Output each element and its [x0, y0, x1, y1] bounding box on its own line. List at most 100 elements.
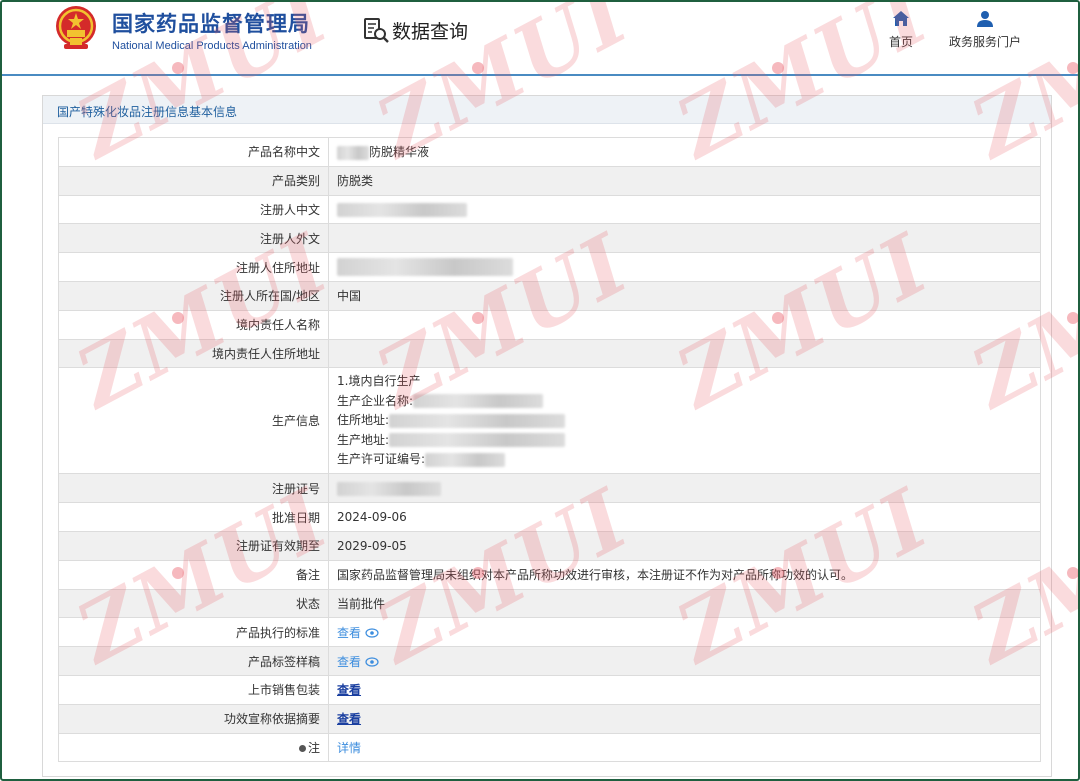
- nav-home[interactable]: 首页: [886, 10, 916, 50]
- nav-service-portal[interactable]: 政务服务门户: [946, 10, 1024, 50]
- field-label: 产品名称中文: [58, 137, 329, 167]
- product-category-value: 防脱类: [328, 165, 1041, 196]
- field-label: 注册人外文: [58, 223, 329, 254]
- table-row: 注册证号: [58, 473, 1041, 504]
- license-number-line: 生产许可证编号:: [337, 450, 1040, 470]
- field-label: 注册人住所地址: [58, 252, 329, 282]
- field-value: 查看: [328, 646, 1041, 676]
- table-row: 批准日期 2024-09-06: [58, 502, 1041, 532]
- nav-home-label: 首页: [888, 35, 913, 49]
- product-name-value: 防脱精华液: [369, 145, 430, 160]
- table-row: 上市销售包装 查看: [58, 674, 1041, 705]
- table-row: 备注 国家药品监督管理局未组织对本产品所称功效进行审核，本注册证不作为对产品所称…: [58, 559, 1041, 590]
- field-label: 产品标签样稿: [58, 646, 329, 676]
- field-value: [328, 473, 1041, 504]
- field-label: 上市销售包装: [58, 674, 329, 705]
- remark-value: 国家药品监督管理局未组织对本产品所称功效进行审核，本注册证不作为对产品所称功效的…: [328, 559, 1041, 590]
- license-number-label: 生产许可证编号:: [337, 452, 426, 467]
- valid-until-value: 2029-09-05: [328, 530, 1041, 561]
- data-query-label: 数据查询: [392, 20, 469, 43]
- national-emblem-icon: [56, 6, 96, 49]
- production-address-line: 生产地址:: [337, 431, 1040, 451]
- eye-icon[interactable]: [365, 628, 379, 638]
- table-row: 注册证有效期至 2029-09-05: [58, 530, 1041, 561]
- redacted-text: [389, 433, 566, 448]
- field-value: 查看: [328, 674, 1041, 705]
- field-value: 查看: [328, 617, 1041, 648]
- production-company-line: 生产企业名称:: [337, 392, 1040, 412]
- table-row: 注册人中文: [58, 194, 1041, 225]
- user-icon: [977, 11, 993, 27]
- redacted-text: [389, 413, 566, 428]
- table-row: 注 详情: [58, 732, 1041, 763]
- view-standard-link[interactable]: 查看: [337, 626, 361, 640]
- field-label: 境内责任人名称: [58, 309, 329, 340]
- table-row: 功效宣称依据摘要 查看: [58, 703, 1041, 734]
- field-label: 注册人中文: [58, 194, 329, 225]
- field-value: 详情: [328, 732, 1041, 763]
- field-value: [328, 252, 1041, 282]
- table-row: 产品类别 防脱类: [58, 165, 1041, 196]
- table-row: 境内责任人名称: [58, 309, 1041, 340]
- field-label: 注册证有效期至: [58, 530, 329, 561]
- table-row: 产品标签样稿 查看: [58, 646, 1041, 676]
- view-efficacy-summary-link[interactable]: 查看: [337, 712, 361, 726]
- residence-address-line: 住所地址:: [337, 411, 1040, 431]
- field-label: 注: [58, 732, 329, 763]
- status-value: 当前批件: [328, 588, 1041, 619]
- redacted-text: [425, 452, 506, 467]
- bullet-icon: [298, 744, 306, 752]
- redacted-text: [337, 145, 369, 160]
- redacted-text: [413, 394, 544, 409]
- production-company-label: 生产企业名称:: [337, 393, 414, 408]
- field-label: 境内责任人住所地址: [58, 338, 329, 369]
- eye-icon[interactable]: [365, 657, 379, 667]
- field-value: [328, 194, 1041, 225]
- table-row: 生产信息 1.境内自行生产 生产企业名称: 住所地址: 生产地址: 生产许可证编…: [58, 367, 1041, 475]
- field-value: 查看: [328, 703, 1041, 734]
- field-label: 备注: [58, 559, 329, 590]
- field-label: 注册证号: [58, 473, 329, 504]
- panel-title: 国产特殊化妆品注册信息基本信息: [43, 96, 1051, 124]
- redacted-text: [337, 481, 441, 496]
- field-label: 注册人所在国/地区: [58, 280, 329, 311]
- registrant-country-value: 中国: [328, 280, 1041, 311]
- domestic-agent-name-value: [328, 309, 1041, 340]
- data-query-tab[interactable]: 数据查询: [362, 16, 468, 44]
- redacted-text: [337, 202, 467, 217]
- document-search-icon: [364, 18, 389, 43]
- field-label: 批准日期: [58, 502, 329, 532]
- org-name-cn: 国家药品监督管理局: [112, 12, 310, 36]
- field-value: 防脱精华液: [328, 137, 1041, 167]
- approval-date-value: 2024-09-06: [328, 502, 1041, 532]
- production-mode: 1.境内自行生产: [337, 374, 421, 389]
- nav-service-portal-label: 政务服务门户: [948, 35, 1021, 49]
- field-label: 功效宣称依据摘要: [58, 703, 329, 734]
- production-info-value: 1.境内自行生产 生产企业名称: 住所地址: 生产地址: 生产许可证编号:: [328, 367, 1041, 475]
- view-sales-package-link[interactable]: 查看: [337, 683, 361, 697]
- table-row: 境内责任人住所地址: [58, 338, 1041, 369]
- note-label: 注: [307, 740, 320, 755]
- table-row: 注册人外文: [58, 223, 1041, 254]
- info-panel: 国产特殊化妆品注册信息基本信息 产品名称中文 防脱精华液 产品类别 防脱类 注册…: [42, 95, 1052, 777]
- redacted-text: [337, 258, 513, 277]
- table-row: 状态 当前批件: [58, 588, 1041, 619]
- field-label: 产品执行的标准: [58, 617, 329, 648]
- table-row: 注册人所在国/地区 中国: [58, 280, 1041, 311]
- page-frame: 国家药品监督管理局 National Medical Products Admi…: [0, 0, 1080, 781]
- field-label: 生产信息: [58, 367, 329, 475]
- registrant-foreign-value: [328, 223, 1041, 254]
- production-address-label: 生产地址:: [337, 432, 390, 447]
- table-row: 注册人住所地址: [58, 252, 1041, 282]
- residence-address-label: 住所地址:: [337, 413, 390, 428]
- site-header: 国家药品监督管理局 National Medical Products Admi…: [2, 2, 1078, 76]
- domestic-agent-address-value: [328, 338, 1041, 369]
- field-label: 状态: [58, 588, 329, 619]
- org-name-en: National Medical Products Administration: [112, 40, 312, 52]
- note-details-link[interactable]: 详情: [337, 741, 361, 755]
- info-table: 产品名称中文 防脱精华液 产品类别 防脱类 注册人中文 注册人外文 注册人住所地…: [58, 137, 1041, 763]
- field-label: 产品类别: [58, 165, 329, 196]
- table-row: 产品名称中文 防脱精华液: [58, 137, 1041, 167]
- table-row: 产品执行的标准 查看: [58, 617, 1041, 648]
- view-label-sample-link[interactable]: 查看: [337, 655, 361, 669]
